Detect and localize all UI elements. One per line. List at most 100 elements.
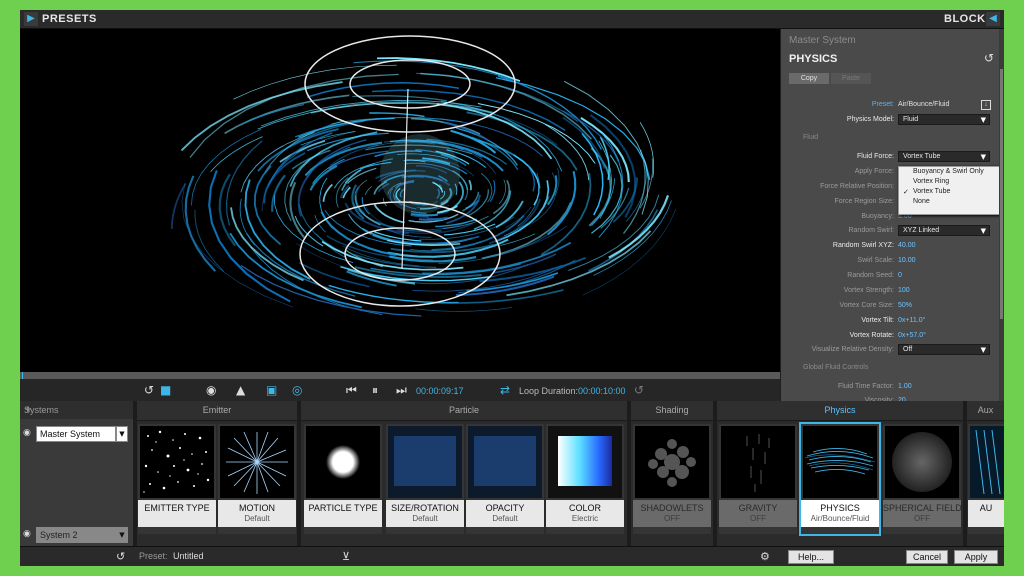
loop-duration-value[interactable]: 00:00:10:00 <box>578 383 626 399</box>
copy-button[interactable]: Copy <box>789 73 829 84</box>
camera-icon[interactable]: ■ <box>160 382 171 398</box>
curve-swatch <box>394 436 456 486</box>
vortex-strength-label: Vortex Strength: <box>843 287 894 294</box>
block-subtitle <box>138 513 216 514</box>
paste-button[interactable]: Paste <box>831 73 871 84</box>
vortex-core-value[interactable]: 50% <box>898 300 912 312</box>
category-emitter[interactable]: Emitter <box>137 401 297 421</box>
fluid-force-dropdown[interactable]: Vortex Tube ▼ <box>898 151 990 162</box>
swirl-scale-value[interactable]: 10.00 <box>898 255 916 267</box>
gravity-thumbnail <box>721 426 795 498</box>
current-time[interactable]: 00:00:09:17 <box>416 383 464 399</box>
block-caption: COLOR Electric <box>546 500 624 527</box>
block-emitter-type[interactable]: EMITTER TYPE <box>138 424 216 534</box>
layout-icon[interactable]: ▣ <box>266 382 277 398</box>
block-title: PHYSICS <box>820 503 860 513</box>
random-seed-value[interactable]: 0 <box>898 270 902 282</box>
fluid-force-row: Fluid Force: Vortex Tube ▼ <box>781 151 1004 163</box>
timeline-track[interactable] <box>20 372 780 379</box>
block-shadowlets[interactable]: SHADOWLETS OFF <box>633 424 711 534</box>
visibility-eye-icon[interactable]: ◉ <box>23 529 31 539</box>
loop-icon[interactable]: ⇄ <box>500 382 510 398</box>
reset-view-icon[interactable]: ↺ <box>144 382 154 398</box>
presets-title[interactable]: PRESETS <box>42 13 97 25</box>
divider <box>133 401 137 546</box>
block-subtitle: OFF <box>914 514 930 523</box>
menu-item[interactable]: Buoyancy & Swirl Only <box>899 167 1003 177</box>
block-gravity[interactable]: GRAVITY OFF <box>719 424 797 534</box>
menu-item[interactable]: Vortex Ring <box>899 177 1003 187</box>
undo-icon[interactable]: ↺ <box>116 550 125 563</box>
block-color[interactable]: COLOR Electric <box>546 424 624 534</box>
help-button[interactable]: Help... <box>788 550 834 564</box>
random-swirl-xyz-row: Random Swirl XYZ: 40.00 <box>781 240 1004 252</box>
system-name-field[interactable]: Master System <box>36 426 116 442</box>
system-name-field[interactable]: System 2 <box>36 527 116 543</box>
skip-back-icon[interactable]: ⏮ <box>346 382 357 398</box>
rain-icon <box>746 434 770 492</box>
reset-icon[interactable]: ↺ <box>984 51 994 65</box>
random-swirl-dropdown[interactable]: XYZ Linked ▼ <box>898 225 990 236</box>
particle-trail <box>253 165 282 246</box>
add-system-icon[interactable]: + <box>24 405 129 415</box>
vortex-strength-value[interactable]: 100 <box>898 285 910 297</box>
visibility-eye-icon[interactable]: ◉ <box>23 428 31 438</box>
category-aux[interactable]: Aux <box>967 401 1004 421</box>
reset-loop-icon[interactable]: ↺ <box>634 382 644 398</box>
preview-viewer[interactable] <box>20 29 780 372</box>
chevron-down-icon[interactable]: ▼ <box>116 426 128 442</box>
playhead[interactable] <box>22 372 23 379</box>
block-title: MOTION <box>239 503 275 513</box>
menu-item-selected[interactable]: ✓ Vortex Tube <box>899 187 1003 197</box>
block-aux[interactable]: AU <box>968 424 1004 534</box>
category-physics[interactable]: Physics <box>717 401 963 421</box>
save-preset-icon[interactable]: ↓ <box>981 100 991 110</box>
physics-model-label: Physics Model: <box>846 116 894 123</box>
physics-model-dropdown[interactable]: Fluid ▼ <box>898 114 990 125</box>
panel-scrollbar[interactable] <box>999 29 1004 401</box>
block-caption: SPHERICAL FIELD OFF <box>883 500 962 527</box>
scrollbar-thumb[interactable] <box>1000 69 1003 319</box>
curve-swatch <box>474 436 536 486</box>
particle-trail <box>369 112 425 118</box>
preset-status-value[interactable]: Untitled <box>173 551 204 561</box>
particle-trail <box>309 164 338 191</box>
warning-icon[interactable]: ▲ <box>236 382 245 398</box>
category-particle[interactable]: Particle <box>301 401 627 421</box>
vortex-rotate-value[interactable]: 0x+57.0° <box>898 330 926 342</box>
opacity-thumbnail <box>468 426 542 498</box>
preset-value[interactable]: Air/Bounce/Fluid <box>898 99 949 111</box>
save-icon[interactable]: ⊻ <box>342 550 350 563</box>
cancel-button[interactable]: Cancel <box>906 550 948 564</box>
menu-item[interactable]: None <box>899 197 1003 207</box>
blocks-area: Systems + ◉ Master System ▼ ◉ System 2 ▼ … <box>20 401 1004 546</box>
particle-trail <box>191 128 262 206</box>
gear-icon[interactable]: ⚙ <box>760 550 770 563</box>
audio-icon[interactable]: ◉ <box>206 382 216 398</box>
chevron-down-icon[interactable]: ▼ <box>116 527 128 543</box>
block-spherical-field[interactable]: SPHERICAL FIELD OFF <box>883 424 962 534</box>
chevron-right-icon[interactable]: ▶ <box>24 12 38 26</box>
apply-button[interactable]: Apply <box>954 550 998 564</box>
skip-forward-icon[interactable]: ⏭ <box>396 382 407 398</box>
category-shading[interactable]: Shading <box>631 401 713 421</box>
stars-icon <box>143 430 210 493</box>
block-physics[interactable]: PHYSICS Air/Bounce/Fluid <box>799 422 881 536</box>
apply-force-label: Apply Force: <box>854 168 894 175</box>
random-swirl-xyz-value[interactable]: 40.00 <box>898 240 916 252</box>
spherical-field-thumbnail <box>885 426 959 498</box>
visualize-dropdown[interactable]: Off ▼ <box>898 344 990 355</box>
eye-icon[interactable]: ◎ <box>292 382 302 398</box>
block-opacity[interactable]: OPACITY Default <box>466 424 544 534</box>
motion-thumbnail <box>220 426 294 498</box>
pause-icon[interactable]: ⏸ <box>372 382 378 398</box>
particle-trail <box>426 216 448 220</box>
vortex-tilt-value[interactable]: 0x+11.0° <box>898 315 925 327</box>
particle-trail <box>240 265 422 317</box>
aux-thumbnail <box>970 426 1004 498</box>
chevron-left-icon[interactable]: ◀ <box>986 12 1000 26</box>
block-size-rotation[interactable]: SIZE/ROTATION Default <box>386 424 464 534</box>
time-factor-value[interactable]: 1.00 <box>898 381 912 393</box>
block-motion[interactable]: MOTION Default <box>218 424 296 534</box>
block-particle-type[interactable]: PARTICLE TYPE <box>304 424 382 534</box>
